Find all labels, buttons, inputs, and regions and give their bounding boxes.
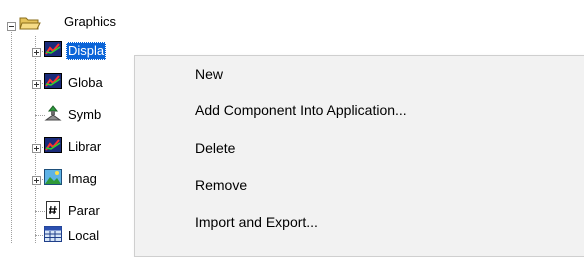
expand-toggle[interactable] <box>32 144 41 153</box>
display-chart-icon <box>44 137 62 153</box>
tree-node-global[interactable]: Globa <box>66 74 105 92</box>
symbol-icon <box>44 105 62 121</box>
tree-node-library[interactable]: Librar <box>66 138 103 156</box>
local-table-icon <box>44 226 62 242</box>
tree-node-displays[interactable]: Displa <box>66 42 107 60</box>
expand-toggle[interactable] <box>32 48 41 57</box>
parameter-hash-icon <box>44 201 62 219</box>
tree-node-parameters[interactable]: Parar <box>66 202 102 220</box>
menu-item-import-export[interactable]: Import and Export... <box>195 210 318 234</box>
expand-toggle[interactable] <box>32 176 41 185</box>
image-icon <box>44 169 62 185</box>
collapse-toggle[interactable] <box>7 22 16 31</box>
expand-toggle[interactable] <box>32 80 41 89</box>
menu-item-remove[interactable]: Remove <box>195 173 247 197</box>
tree-node-images[interactable]: Imag <box>66 170 99 188</box>
menu-item-add-component[interactable]: Add Component Into Application... <box>195 98 407 122</box>
tree-node-graphics[interactable]: Graphics <box>62 13 118 31</box>
tree-node-local[interactable]: Local <box>66 227 101 245</box>
open-folder-icon <box>19 15 41 31</box>
display-chart-icon <box>44 41 62 57</box>
tree-connector <box>11 29 12 243</box>
display-chart-icon <box>44 73 62 89</box>
context-menu: New Add Component Into Application... De… <box>134 55 584 257</box>
menu-item-delete[interactable]: Delete <box>195 136 235 160</box>
menu-item-new[interactable]: New <box>195 62 223 86</box>
tree-node-symbols[interactable]: Symb <box>66 106 103 124</box>
